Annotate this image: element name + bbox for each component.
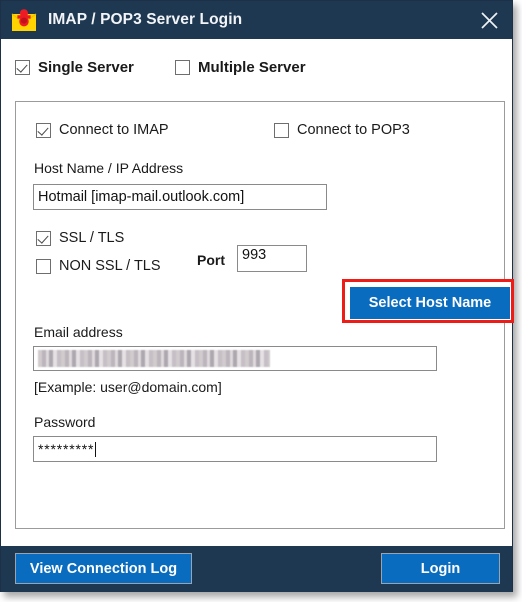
host-name-input[interactable]: Hotmail [imap-mail.outlook.com] (33, 184, 327, 210)
checkbox-single-server-box (15, 60, 30, 75)
close-icon[interactable] (466, 1, 512, 39)
checkbox-multiple-server[interactable]: Multiple Server (175, 59, 306, 76)
checkbox-connect-pop3-box (274, 122, 289, 138)
password-masked-value: ********* (38, 441, 95, 457)
select-host-name-highlight: Select Host Name (342, 279, 514, 323)
checkbox-non-ssl-tls-box (36, 258, 51, 274)
checkbox-non-ssl-tls[interactable]: NON SSL / TLS (36, 258, 161, 274)
footer-bar: View Connection Log Login (1, 546, 512, 592)
checkbox-connect-pop3[interactable]: Connect to POP3 (274, 122, 410, 138)
email-example-hint: [Example: user@domain.com] (34, 379, 222, 395)
checkbox-connect-imap-box (36, 122, 51, 138)
checkbox-single-server-label: Single Server (38, 59, 134, 76)
password-input[interactable]: ********* (33, 436, 437, 462)
view-connection-log-button[interactable]: View Connection Log (15, 553, 192, 584)
text-cursor (95, 441, 97, 457)
email-address-label: Email address (34, 324, 123, 340)
host-name-label: Host Name / IP Address (34, 160, 184, 176)
checkbox-non-ssl-tls-label: NON SSL / TLS (59, 258, 161, 274)
envelope-heart-icon (11, 8, 37, 32)
select-host-name-button[interactable]: Select Host Name (350, 287, 510, 319)
checkbox-single-server[interactable]: Single Server (15, 59, 134, 76)
window-title: IMAP / POP3 Server Login (48, 11, 243, 28)
email-address-input[interactable] (33, 346, 437, 371)
port-label: Port (197, 252, 225, 268)
settings-panel: Connect to IMAP Connect to POP3 Host Nam… (15, 101, 514, 529)
checkbox-connect-imap-label: Connect to IMAP (59, 122, 169, 138)
imap-pop3-login-window: IMAP / POP3 Server Login Single Server M… (0, 0, 514, 592)
password-label: Password (34, 414, 96, 430)
checkbox-ssl-tls-box (36, 230, 51, 246)
checkbox-multiple-server-label: Multiple Server (198, 59, 306, 76)
checkbox-multiple-server-box (175, 60, 190, 75)
checkbox-connect-pop3-label: Connect to POP3 (297, 122, 410, 138)
email-address-redacted-value (38, 350, 270, 367)
dialog-body: Single Server Multiple Server Connect to… (1, 39, 514, 546)
login-button[interactable]: Login (381, 553, 500, 584)
server-mode-row: Single Server Multiple Server (1, 59, 512, 85)
checkbox-connect-imap[interactable]: Connect to IMAP (36, 122, 169, 138)
checkbox-ssl-tls-label: SSL / TLS (59, 230, 125, 246)
checkbox-ssl-tls[interactable]: SSL / TLS (36, 230, 124, 246)
title-bar: IMAP / POP3 Server Login (1, 1, 512, 39)
port-input[interactable]: 993 (237, 245, 307, 272)
